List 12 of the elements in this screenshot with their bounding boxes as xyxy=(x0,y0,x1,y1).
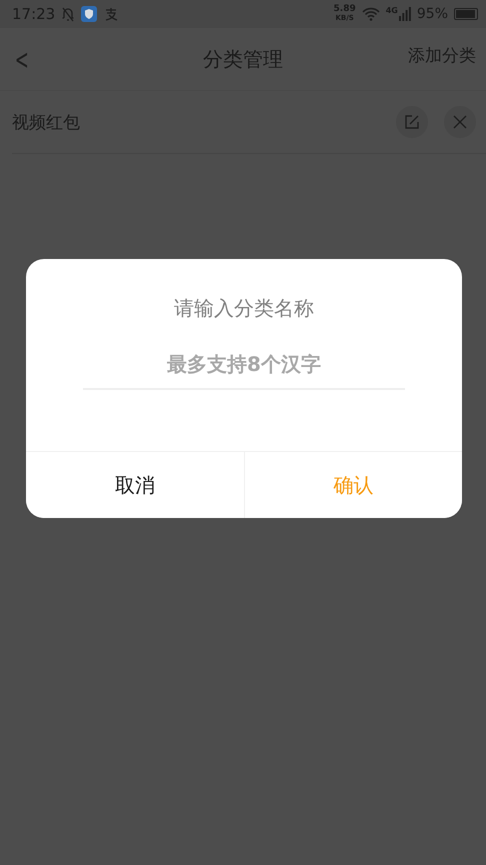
close-icon xyxy=(453,115,467,129)
dialog-title: 请输入分类名称 xyxy=(173,295,315,322)
back-button[interactable]: < xyxy=(8,42,35,76)
confirm-button[interactable]: 确认 xyxy=(244,452,462,518)
muted-bell-icon xyxy=(61,6,76,22)
shield-app-icon xyxy=(81,6,98,22)
delete-button[interactable] xyxy=(444,106,476,138)
edit-button[interactable] xyxy=(396,106,428,138)
wifi-icon xyxy=(362,7,380,21)
signal-icon xyxy=(398,7,411,21)
edit-icon xyxy=(405,115,419,129)
battery-icon xyxy=(454,8,478,20)
